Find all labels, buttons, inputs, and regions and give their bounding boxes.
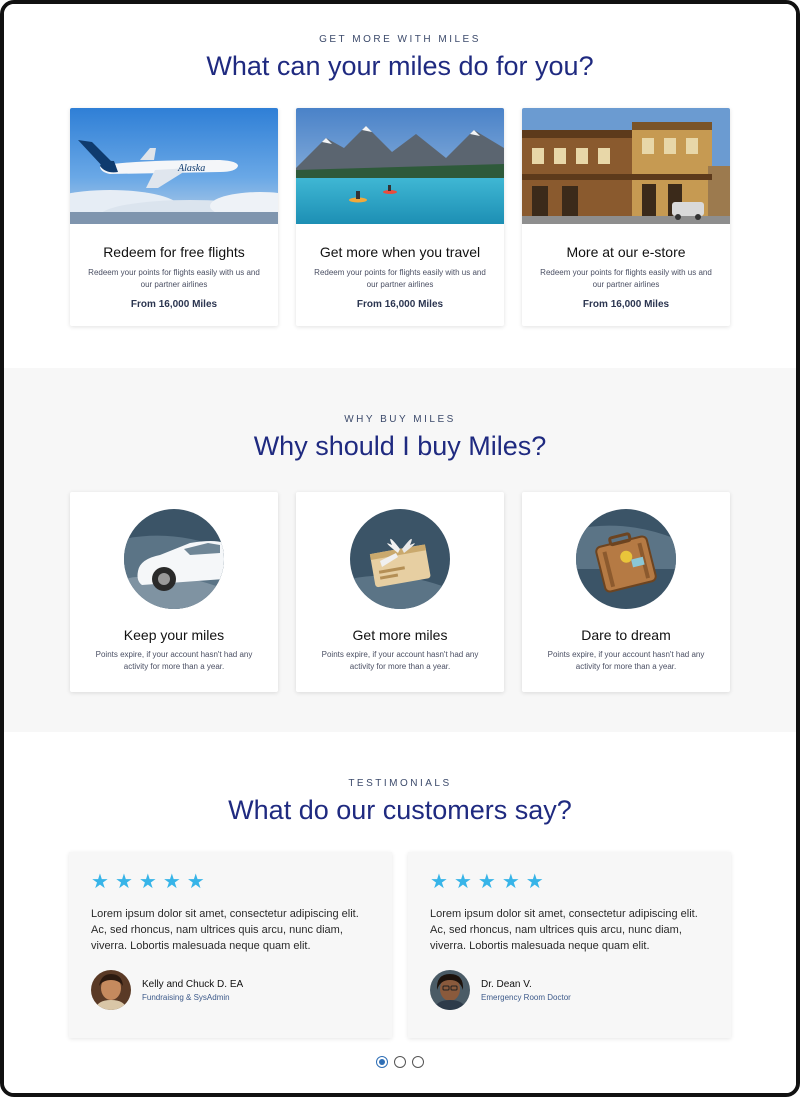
testimonial-author: Dr. Dean V. Emergency Room Doctor	[430, 970, 709, 1010]
star-icon: ★	[186, 871, 205, 893]
card-price: From 16,000 Miles	[582, 299, 670, 310]
card-description: Redeem your points for flights easily wi…	[314, 268, 486, 289]
why-card-keep: Keep your miles Points expire, if your a…	[70, 492, 278, 692]
section-eyebrow: GET MORE WITH MILES	[319, 34, 481, 45]
card-description: Redeem your points for flights easily wi…	[88, 268, 260, 289]
page-frame: GET MORE WITH MILES What can your miles …	[0, 0, 800, 1097]
redeem-card-travel[interactable]: Get more when you travel Redeem your poi…	[296, 108, 504, 326]
star-icon: ★	[501, 871, 520, 893]
card-description: Points expire, if your account hasn't ha…	[547, 650, 705, 671]
card-title: Keep your miles	[123, 627, 225, 643]
star-icon: ★	[91, 871, 109, 893]
star-icon: ★	[114, 871, 133, 893]
card-title: Redeem for free flights	[103, 244, 245, 260]
storefront-image	[522, 108, 730, 224]
airplane-image: Alaska	[70, 108, 278, 224]
card-price: From 16,000 Miles	[356, 299, 444, 310]
card-title: Get more miles	[352, 627, 448, 643]
redeem-card-flights[interactable]: Alaska Redeem for free flights Redeem yo…	[70, 108, 278, 326]
star-rating: ★ ★ ★ ★ ★	[430, 872, 709, 892]
avatar	[430, 970, 470, 1010]
author-name: Kelly and Chuck D. EA	[142, 978, 244, 990]
star-icon: ★	[477, 871, 496, 893]
testimonial-card: ★ ★ ★ ★ ★ Lorem ipsum dolor sit amet, co…	[69, 852, 392, 1038]
star-icon: ★	[453, 871, 472, 893]
why-card-dream: Dare to dream Points expire, if your acc…	[522, 492, 730, 692]
author-role: Fundraising & SysAdmin	[142, 992, 230, 1002]
star-icon: ★	[162, 871, 181, 893]
testimonial-author: Kelly and Chuck D. EA Fundraising & SysA…	[91, 970, 370, 1010]
airline-logo: Alaska	[177, 163, 205, 174]
testimonial-card: ★ ★ ★ ★ ★ Lorem ipsum dolor sit amet, co…	[408, 852, 731, 1038]
card-description: Points expire, if your account hasn't ha…	[95, 650, 253, 671]
carousel-pagination	[4, 1056, 796, 1068]
carousel-dot-3[interactable]	[412, 1056, 424, 1068]
gift-card-icon	[350, 509, 450, 609]
avatar	[91, 970, 131, 1010]
redeem-card-estore[interactable]: More at our e-store Redeem your points f…	[522, 108, 730, 326]
suitcase-icon	[576, 509, 676, 609]
testimonial-carousel: ★ ★ ★ ★ ★ Lorem ipsum dolor sit amet, co…	[4, 852, 796, 1038]
card-title: More at our e-store	[566, 244, 686, 260]
star-icon: ★	[138, 871, 157, 893]
card-description: Points expire, if your account hasn't ha…	[321, 650, 479, 671]
testimonial-quote: Lorem ipsum dolor sit amet, consectetur …	[430, 908, 698, 952]
star-rating: ★ ★ ★ ★ ★	[91, 872, 370, 892]
card-description: Redeem your points for flights easily wi…	[540, 268, 712, 289]
card-title: Get more when you travel	[319, 244, 481, 260]
kayak-lake-image	[296, 108, 504, 224]
section-heading: What do our customers say?	[228, 795, 572, 825]
testimonials-section: TESTIMONIALS What do our customers say? …	[4, 732, 796, 1093]
redeem-cards: Alaska Redeem for free flights Redeem yo…	[4, 108, 796, 326]
section-eyebrow: WHY BUY MILES	[344, 414, 456, 425]
author-name: Dr. Dean V.	[481, 978, 532, 990]
carousel-dot-2[interactable]	[394, 1056, 406, 1068]
section-heading: What can your miles do for you?	[206, 51, 594, 81]
why-buy-section: WHY BUY MILES Why should I buy Miles? Ke…	[4, 368, 796, 732]
star-icon: ★	[430, 871, 448, 893]
why-card-get: Get more miles Points expire, if your ac…	[296, 492, 504, 692]
testimonial-quote: Lorem ipsum dolor sit amet, consectetur …	[91, 908, 359, 952]
author-role: Emergency Room Doctor	[481, 992, 571, 1002]
card-price: From 16,000 Miles	[130, 299, 218, 310]
section-eyebrow: TESTIMONIALS	[348, 778, 452, 789]
carousel-dot-1[interactable]	[376, 1056, 388, 1068]
star-icon: ★	[525, 871, 544, 893]
car-icon	[124, 509, 224, 609]
card-title: Dare to dream	[581, 627, 671, 643]
why-cards: Keep your miles Points expire, if your a…	[4, 492, 796, 692]
miles-uses-section: GET MORE WITH MILES What can your miles …	[4, 4, 796, 368]
section-heading: Why should I buy Miles?	[253, 431, 547, 461]
